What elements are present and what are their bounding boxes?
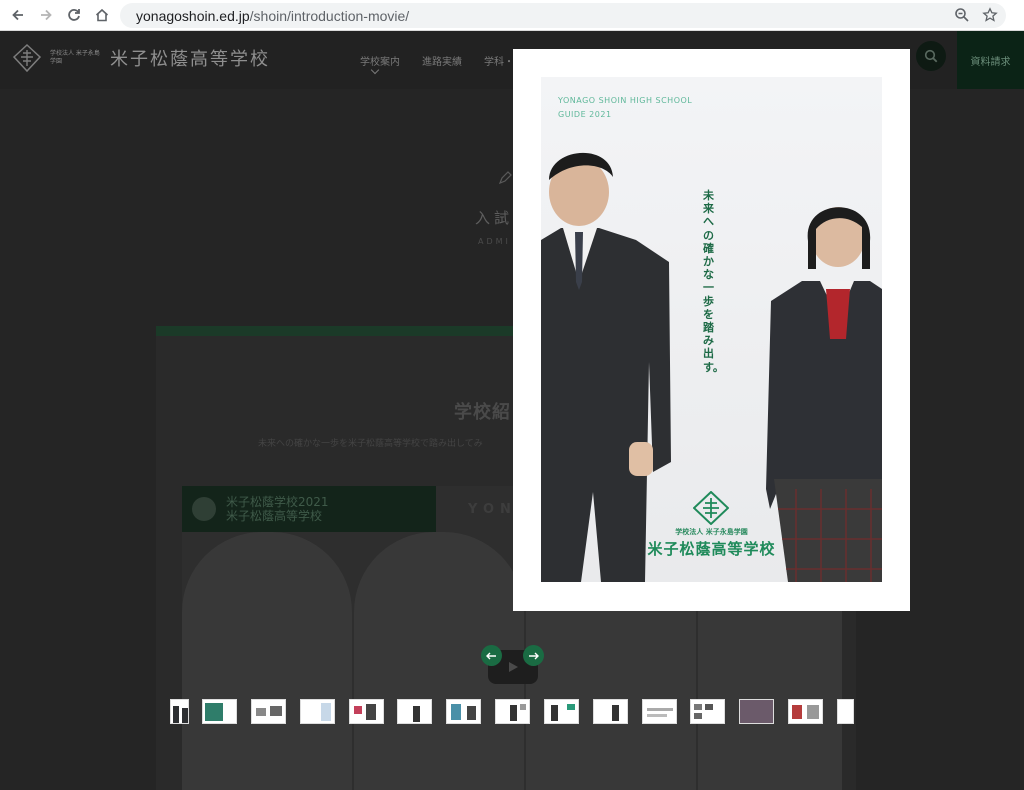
bookmark-star-icon[interactable] (982, 7, 998, 23)
nav-item-career[interactable]: 進路実績 (422, 53, 462, 68)
global-nav: 学校案内 進路実績 学科・ (360, 53, 514, 68)
guide-cover-image: YONAGO SHOIN HIGH SCHOOL GUIDE 2021 未来への… (541, 77, 882, 582)
school-emblem-icon (12, 43, 42, 73)
forward-icon[interactable] (32, 1, 60, 29)
video-title-bar: 米子松蔭学校2021 米子松蔭高等学校 (182, 486, 436, 532)
video-channel-icon (192, 497, 216, 521)
cover-en-line2: GUIDE 2021 (558, 110, 612, 119)
cover-english-title: YONAGO SHOIN HIGH SCHOOL GUIDE 2021 (558, 94, 692, 122)
url-domain: yonagoshoin.ed.jp (136, 7, 250, 24)
exam-subtitle: ADMI (478, 237, 511, 246)
search-icon (924, 49, 938, 63)
home-icon[interactable] (88, 1, 116, 29)
nav-item-school-info[interactable]: 学校案内 (360, 53, 400, 68)
thumbnail-14[interactable] (788, 699, 823, 724)
reload-icon[interactable] (60, 1, 88, 29)
arrow-left-icon (486, 652, 496, 659)
thumbnail-9[interactable] (544, 699, 579, 724)
back-icon[interactable] (4, 1, 32, 29)
thumbnail-4[interactable] (300, 699, 335, 724)
thumbnail-13[interactable] (739, 699, 774, 724)
browser-toolbar: yonagoshoin.ed.jp/shoin/introduction-mov… (0, 0, 1024, 31)
video-title: 米子松蔭学校2021 (226, 495, 329, 509)
thumbnail-15[interactable] (837, 699, 854, 724)
arrow-right-icon (529, 652, 539, 659)
nav-item-courses[interactable]: 学科・ (484, 53, 514, 68)
cover-en-line1: YONAGO SHOIN HIGH SCHOOL (558, 96, 693, 105)
play-icon (509, 662, 518, 672)
request-materials-button[interactable]: 資料請求 (957, 31, 1024, 89)
thumbnail-8[interactable] (495, 699, 530, 724)
gallery-prev-button[interactable] (481, 645, 502, 666)
thumbnail-5[interactable] (349, 699, 384, 724)
intro-description: 未来への確かな一歩を米子松蔭高等学校で踏み出してみ (258, 439, 483, 449)
thumbnail-6[interactable] (397, 699, 432, 724)
thumbnail-3[interactable] (251, 699, 286, 724)
site-logo[interactable]: 学校法人 米子永島学園 米子松蔭高等学校 (12, 43, 270, 73)
lightbox-frame: YONAGO SHOIN HIGH SCHOOL GUIDE 2021 未来への… (513, 49, 910, 611)
logo-name: 米子松蔭高等学校 (110, 49, 270, 70)
student-girl-figure (766, 207, 882, 582)
video-face (182, 532, 352, 790)
logo-subtitle: 学校法人 米子永島学園 (50, 50, 100, 65)
thumbnail-12[interactable] (690, 699, 725, 724)
cover-school-name: 米子松蔭高等学校 (647, 540, 776, 558)
video-subtitle: 米子松蔭高等学校 (226, 509, 323, 523)
school-emblem-icon (693, 491, 729, 525)
intro-title: 学校紹 (454, 402, 511, 423)
zoom-icon[interactable] (954, 7, 970, 23)
thumbnail-7[interactable] (446, 699, 481, 724)
pen-icon (498, 171, 512, 185)
cover-tagline: 未来への確かな一歩を踏み出す。 (703, 189, 724, 374)
url-path: /shoin/introduction-movie/ (249, 7, 410, 24)
cover-corporation: 学校法人 米子永島学園 (675, 528, 748, 536)
gallery-next-button[interactable] (523, 645, 544, 666)
thumbnail-10[interactable] (593, 699, 628, 724)
thumbnail-1[interactable] (170, 699, 189, 724)
thumbnail-11[interactable] (642, 699, 677, 724)
site-search-button[interactable] (916, 41, 946, 71)
address-bar[interactable]: yonagoshoin.ed.jp/shoin/introduction-mov… (120, 3, 1006, 28)
exam-title: 入試 (475, 209, 514, 227)
thumbnail-2[interactable] (202, 699, 237, 724)
student-boy-figure (541, 152, 671, 582)
